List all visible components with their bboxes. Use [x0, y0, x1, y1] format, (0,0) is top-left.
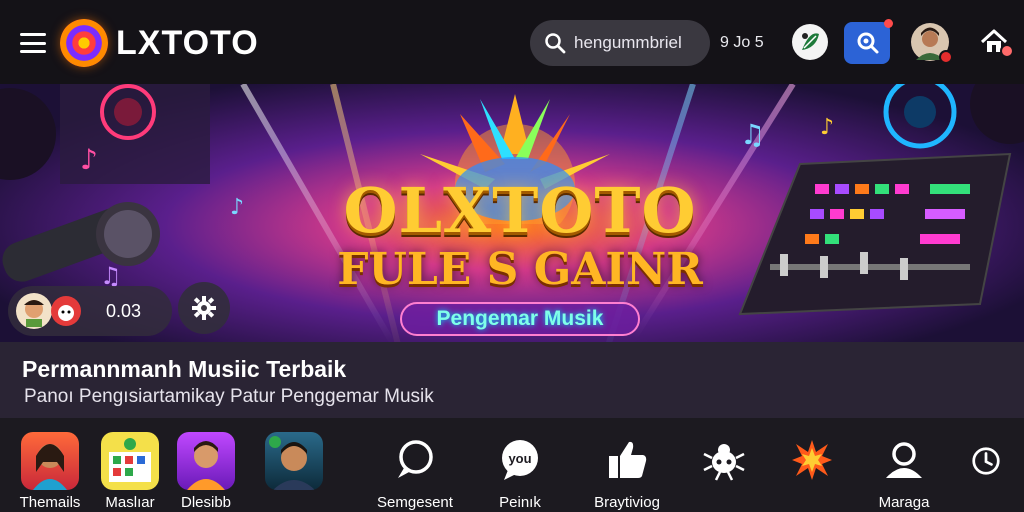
nav-label: Peinık [499, 494, 541, 511]
clock-icon [972, 447, 1000, 475]
hero-title: OLXTOTO [343, 174, 697, 247]
nav-item-bug[interactable] [684, 418, 764, 512]
gear-icon [192, 296, 216, 320]
thumbs-up-icon [609, 441, 647, 478]
man-portrait-tile [265, 432, 323, 490]
menu-icon[interactable] [20, 33, 46, 53]
counter-text: 9 Jo 5 [720, 34, 764, 51]
settings-button[interactable] [178, 282, 230, 334]
woman-avatar-tile [21, 432, 79, 490]
hero-subtitle: FULE S GAINR [337, 244, 703, 295]
leaf-avatar-icon[interactable] [792, 24, 828, 60]
svg-text:♪: ♪ [80, 143, 98, 176]
search-bar[interactable]: hengummbriel [530, 20, 710, 66]
chat-bubble-icon [398, 440, 433, 478]
home-badge [1000, 44, 1014, 58]
svg-text:♪: ♪ [230, 195, 244, 220]
search-text: hengummbriel [574, 33, 682, 52]
nav-item-dlesibb[interactable]: Dlesibb [166, 418, 246, 512]
profile-badge [939, 50, 953, 64]
nav-label: Maslıar [105, 494, 155, 511]
nav-item-semgesent[interactable]: Semgesent [370, 418, 460, 512]
profile-avatar[interactable] [910, 22, 953, 64]
hero-tag: Pengemar Musik [400, 302, 640, 336]
you-bubble-icon: you [502, 440, 538, 480]
nav-item-braytiviog[interactable]: Braytiviog [582, 418, 672, 512]
nav-label: Braytiviog [594, 494, 660, 511]
svg-text:you: you [508, 451, 531, 466]
top-bar: LXTOTO hengummbriel 9 Jo 5 [0, 0, 1024, 84]
chip-value: 0.03 [106, 300, 142, 321]
nav-item-portrait[interactable] [254, 418, 334, 512]
notification-button[interactable] [844, 19, 893, 64]
brand-title[interactable]: LXTOTO [116, 24, 259, 63]
headline-title: Permannmanh Musiic Terbaik [22, 356, 347, 382]
search-icon [545, 33, 566, 54]
headline-section: Permannmanh Musiic Terbaik Panoı Pengısi… [0, 342, 1024, 418]
nav-item-explosion[interactable] [772, 418, 852, 512]
nav-item-maraga[interactable]: Maraga [862, 418, 946, 512]
home-icon[interactable] [976, 24, 1014, 60]
nav-item-peinik[interactable]: you Peinık [480, 418, 560, 512]
nav-label: Maraga [878, 494, 930, 511]
bug-icon [703, 444, 745, 481]
hero-banner[interactable]: ♪ ♫ ♪ ♫ ♪ OLXTOTO FULE S GAINR Pengemar … [0, 84, 1024, 342]
balance-chip[interactable]: 0.03 [8, 286, 172, 336]
headline-subtitle: Panoı Pengısiartamikay Patur Penggemar M… [24, 386, 434, 407]
svg-text:♫: ♫ [740, 118, 765, 151]
man-avatar-tile [177, 432, 235, 490]
nav-label: Semgesent [377, 494, 453, 511]
logo-icon[interactable] [60, 19, 108, 67]
explosion-icon [792, 440, 832, 480]
board-game-tile [101, 432, 159, 490]
user-icon [886, 442, 922, 478]
nav-label: Themails [19, 494, 81, 511]
nav-item-themails[interactable]: Themails [10, 418, 90, 512]
notification-dot [884, 19, 893, 28]
nav-item-maslar[interactable]: Maslıar [90, 418, 170, 512]
nav-label: Dlesibb [180, 494, 232, 511]
notification-icon [857, 32, 879, 54]
avatar-pair-icon [16, 293, 81, 329]
mixer-graphic: ♫ ♪ [738, 84, 1024, 316]
bottom-nav: Themails Maslıar Dlesibb Semgesent you P… [0, 418, 1024, 512]
svg-text:♪: ♪ [820, 115, 834, 140]
nav-item-clock[interactable] [954, 418, 1018, 512]
